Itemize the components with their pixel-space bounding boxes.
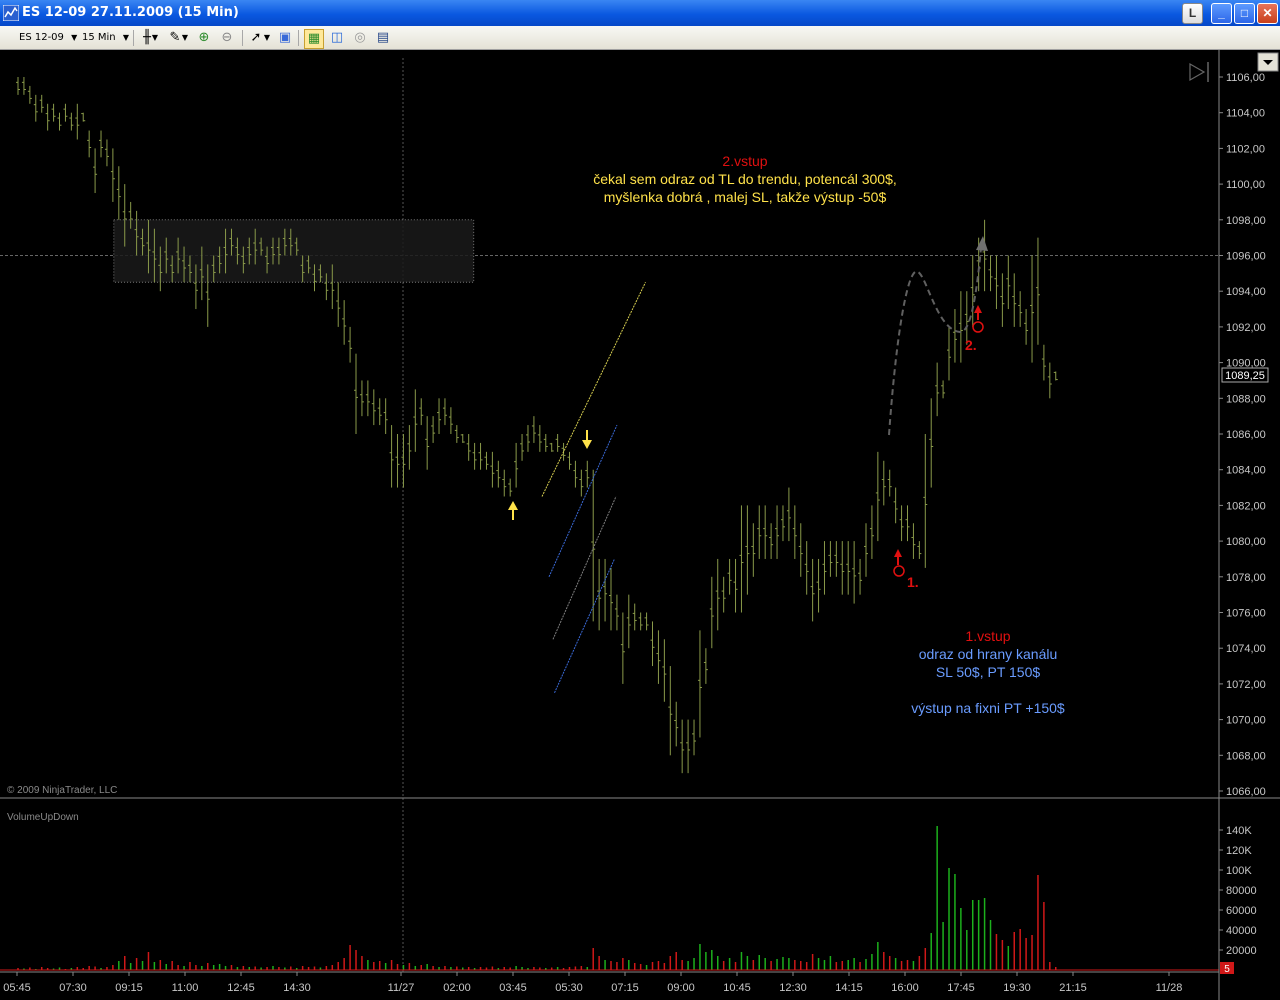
price-tick-label: 1080,00 [1226, 536, 1266, 548]
entry1-line2: SL 50$, PT 150$ [936, 664, 1041, 680]
price-tick-label: 1094,00 [1226, 286, 1266, 298]
zoom-in-icon[interactable]: ⊕ [195, 29, 213, 47]
interval-selector[interactable]: 15 Min ▼ [82, 30, 129, 46]
chevron-down-icon[interactable]: ▼ [262, 29, 272, 47]
entry2-line2: myšlenka dobrá , malej SL, takže výstup … [604, 189, 887, 205]
time-tick-label: 19:30 [1003, 982, 1031, 994]
time-tick-label: 10:45 [723, 982, 751, 994]
time-tick-label: 16:00 [891, 982, 919, 994]
entry1-line1: odraz od hrany kanálu [919, 646, 1058, 662]
time-tick-label: 09:00 [667, 982, 695, 994]
highlight-zone [113, 219, 475, 283]
instrument-selector[interactable]: ES 12-09 ▼ [19, 30, 77, 46]
panel-menu-button[interactable] [1257, 52, 1279, 72]
entry1-label: 1. [907, 574, 919, 590]
time-tick-label: 14:30 [283, 982, 311, 994]
price-tick-label: 1096,00 [1226, 251, 1266, 263]
window-title: ES 12-09 27.11.2009 (15 Min) [22, 5, 239, 20]
volume-panel-label: VolumeUpDown [7, 812, 79, 823]
price-tick-label: 1092,00 [1226, 322, 1266, 334]
price-tick-label: 1086,00 [1226, 429, 1266, 441]
volume-tick-label: 100K [1226, 865, 1252, 877]
entry1-title: 1.vstup [965, 628, 1010, 644]
chevron-down-icon[interactable]: ▼ [180, 29, 190, 47]
time-tick-label: 17:45 [947, 982, 975, 994]
price-tick-label: 1072,00 [1226, 679, 1266, 691]
price-tick-label: 1088,00 [1226, 393, 1266, 405]
title-bar: ES 12-09 27.11.2009 (15 Min) L _ □ ✕ [0, 0, 1280, 26]
chevron-down-icon[interactable]: ▼ [150, 29, 160, 47]
toolbar-separator [242, 30, 243, 46]
chart-canvas[interactable]: 1106,00 1104,00 1102,00 1100,00 1098,00 1096,… [0, 50, 1280, 1000]
current-price-label: 1089,25 [1221, 367, 1269, 383]
volume-tick-label: 120K [1226, 845, 1252, 857]
time-tick-label: 11/28 [1156, 982, 1183, 994]
volume-marker-text: 5 [1224, 964, 1230, 975]
time-tick-label: 11/27 [388, 982, 415, 994]
entry1-line3: výstup na fixni PT +150$ [911, 700, 1065, 716]
link-button[interactable]: L [1182, 3, 1203, 24]
current-price-text: 1089,25 [1225, 370, 1265, 382]
strategies-icon[interactable]: ◎ [351, 29, 369, 47]
price-tick-label: 1076,00 [1226, 608, 1266, 620]
time-tick-label: 07:15 [611, 982, 639, 994]
time-tick-label: 12:45 [227, 982, 255, 994]
volume-tick-label: 40000 [1226, 925, 1257, 937]
price-tick-label: 1100,00 [1226, 179, 1265, 191]
volume-tick-label: 20000 [1226, 945, 1257, 957]
close-button[interactable]: ✕ [1257, 3, 1278, 24]
entry2-line1: čekal sem odraz od TL do trendu, potencá… [593, 171, 897, 187]
price-tick-label: 1084,00 [1226, 465, 1266, 477]
chart-trader-icon[interactable]: ▤ [374, 29, 392, 47]
price-tick-label: 1066,00 [1226, 786, 1266, 798]
price-tick-label: 1104,00 [1226, 108, 1265, 120]
instrument-label: ES 12-09 [19, 32, 64, 43]
volume-tick-label: 80000 [1226, 885, 1257, 897]
minimize-button[interactable]: _ [1211, 3, 1232, 24]
chart-toolbar: ES 12-09 ▼ 15 Min ▼ ╫ ▼ ✎ ▼ ⊕ ⊖ ➚ ▼ ▣ ▦ … [0, 26, 1280, 50]
time-tick-label: 05:30 [555, 982, 583, 994]
chevron-down-icon: ▼ [71, 33, 78, 42]
price-tick-label: 1074,00 [1226, 643, 1266, 655]
price-tick-label: 1098,00 [1226, 215, 1266, 227]
price-tick-label: 1070,00 [1226, 715, 1266, 727]
time-tick-label: 05:45 [3, 982, 31, 994]
time-tick-label: 03:45 [499, 982, 527, 994]
toolbar-separator [298, 30, 299, 46]
price-tick-label: 1068,00 [1226, 750, 1266, 762]
app-icon[interactable] [3, 5, 19, 21]
price-tick-label: 1078,00 [1226, 572, 1266, 584]
toolbar-separator [133, 30, 134, 46]
time-tick-label: 21:15 [1059, 982, 1087, 994]
maximize-button[interactable]: □ [1234, 3, 1255, 24]
properties-icon[interactable]: ▣ [276, 29, 294, 47]
data-box-icon[interactable]: ▦ [304, 29, 324, 49]
consolidation-zone [113, 219, 475, 283]
price-tick-label: 1082,00 [1226, 500, 1266, 512]
volume-tick-label: 60000 [1226, 905, 1257, 917]
time-tick-label: 11:00 [172, 982, 199, 994]
time-tick-label: 02:00 [443, 982, 471, 994]
chevron-down-icon: ▼ [122, 33, 129, 42]
entry2-title: 2.vstup [722, 153, 767, 169]
interval-label: 15 Min [82, 32, 116, 43]
time-tick-label: 14:15 [835, 982, 863, 994]
price-tick-label: 1102,00 [1226, 143, 1265, 155]
copyright-text: © 2009 NinjaTrader, LLC [7, 785, 117, 796]
zoom-out-icon[interactable]: ⊖ [218, 29, 236, 47]
time-tick-label: 07:30 [59, 982, 87, 994]
volume-tick-label: 140K [1226, 825, 1252, 837]
time-tick-label: 09:15 [115, 982, 143, 994]
time-tick-label: 12:30 [779, 982, 807, 994]
indicators-icon[interactable]: ◫ [328, 29, 346, 47]
entry2-label: 2. [965, 337, 977, 353]
volume-marker: 5 [1220, 962, 1234, 975]
price-tick-label: 1106,00 [1226, 72, 1265, 84]
